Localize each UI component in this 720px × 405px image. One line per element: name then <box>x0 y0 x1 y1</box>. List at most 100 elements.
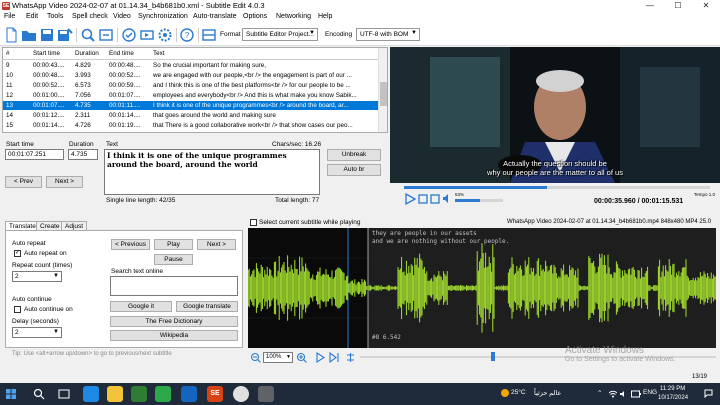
chevron-down-icon: ▼ <box>411 30 417 36</box>
help-icon[interactable]: ? <box>179 27 195 43</box>
visual-sync-icon[interactable] <box>139 27 155 43</box>
excel-icon[interactable] <box>131 386 147 402</box>
column-text[interactable]: Text <box>153 49 165 58</box>
photos-icon[interactable] <box>258 386 274 402</box>
prev-button[interactable]: < Prev <box>5 176 42 188</box>
wifi-icon[interactable] <box>609 390 617 398</box>
menu-file[interactable]: File <box>4 13 15 20</box>
layout-icon[interactable] <box>201 27 217 43</box>
grid-cell-start: 00:01:00.... <box>33 92 65 99</box>
windows-start-icon[interactable] <box>6 389 16 399</box>
find-icon[interactable] <box>80 27 96 43</box>
subtitle-grid[interactable]: # Start time Duration End time Text 9 00:… <box>2 47 388 133</box>
play-selection-icon[interactable] <box>315 352 326 363</box>
search-icon[interactable] <box>33 388 45 400</box>
video-player[interactable]: Actually the question should be why our … <box>390 47 720 183</box>
minimize-button[interactable]: — <box>636 0 664 12</box>
repeat-count-select[interactable]: 2 ▼ <box>12 271 62 282</box>
table-row[interactable]: 15 00:01:14.... 4.726 00:01:19.... that Ther… <box>3 121 378 130</box>
menu-edit[interactable]: Edit <box>26 13 38 20</box>
whatsapp-icon[interactable] <box>155 386 171 402</box>
grid-scrollbar[interactable] <box>378 48 387 132</box>
table-row[interactable]: 10 00:00:48.... 3.993 00:00:52.... we are en… <box>3 71 378 80</box>
google-translate-button[interactable]: Google translate <box>176 301 238 312</box>
encoding-select[interactable]: UTF-8 with BOM ▼ <box>356 28 420 41</box>
menu-video[interactable]: Video <box>113 13 131 20</box>
zoom-in-icon[interactable] <box>296 352 307 363</box>
fullscreen-icon[interactable] <box>430 194 440 204</box>
menu-tools[interactable]: Tools <box>47 13 63 20</box>
task-view-icon[interactable] <box>58 388 70 400</box>
previous-button[interactable]: < Previous <box>111 239 150 250</box>
select-current-subtitle-checkbox[interactable] <box>250 219 257 226</box>
volume-slider[interactable] <box>455 199 503 202</box>
file-explorer-icon[interactable] <box>107 386 123 402</box>
subtitle-text-input[interactable]: I think it is one of the unique programm… <box>104 149 320 195</box>
duration-input[interactable]: 4.735 <box>68 149 98 160</box>
table-row[interactable]: 14 00:01:12.... 2.311 00:01:14.... that goes… <box>3 111 378 120</box>
new-file-icon[interactable] <box>3 27 19 43</box>
menu-options[interactable]: Options <box>243 13 267 20</box>
speaker-icon[interactable] <box>620 390 628 398</box>
split-icon[interactable] <box>345 352 356 363</box>
fix-errors-icon[interactable] <box>121 27 137 43</box>
save-as-icon[interactable] <box>57 27 73 43</box>
clock-time[interactable]: 11:29 PM <box>660 386 685 392</box>
search-text-input[interactable] <box>110 276 238 296</box>
menu-spell-check[interactable]: Spell check <box>72 13 108 20</box>
tray-chevron-icon[interactable]: ⌃ <box>597 389 602 397</box>
menu-synchronization[interactable]: Synchronization <box>138 13 188 20</box>
auto-continue-checkbox[interactable] <box>14 306 21 313</box>
play-icon[interactable] <box>404 193 416 205</box>
replace-icon[interactable] <box>98 27 114 43</box>
volume-icon[interactable] <box>442 193 453 204</box>
next-segment-icon[interactable] <box>329 352 340 363</box>
clock-date[interactable]: 10/17/2024 <box>658 395 688 401</box>
maximize-button[interactable]: ☐ <box>664 0 692 12</box>
table-row[interactable]: 9 00:00:43.... 4.829 00:00:48.... So the cru… <box>3 61 378 70</box>
battery-icon[interactable] <box>631 390 641 398</box>
column-end-time[interactable]: End time <box>109 49 134 58</box>
video-seek-bar[interactable] <box>404 186 710 189</box>
save-icon[interactable] <box>39 27 55 43</box>
free-dictionary-button[interactable]: The Free Dictionary <box>110 316 238 327</box>
zoom-out-icon[interactable] <box>250 352 261 363</box>
auto-br-button[interactable]: Auto br <box>327 164 381 176</box>
next-button[interactable]: Next > <box>46 176 83 188</box>
grid-scroll-thumb[interactable] <box>380 82 387 106</box>
grid-cell-text: employees and everybody<br /> And this i… <box>153 92 357 99</box>
column-number[interactable]: # <box>6 49 10 58</box>
chrome-icon[interactable] <box>233 386 249 402</box>
settings-icon[interactable] <box>157 27 173 43</box>
column-start-time[interactable]: Start time <box>33 49 60 58</box>
menu-help[interactable]: Help <box>318 13 332 20</box>
table-row[interactable]: 12 00:01:00.... 7.056 00:01:07.... employees… <box>3 91 378 100</box>
delay-select[interactable]: 2 ▼ <box>12 327 62 338</box>
unbreak-button[interactable]: Unbreak <box>327 149 381 161</box>
column-duration[interactable]: Duration <box>75 49 99 58</box>
open-folder-icon[interactable] <box>21 27 37 43</box>
input-language[interactable]: ENG <box>643 389 657 396</box>
auto-repeat-checkbox[interactable]: ✓ <box>14 250 21 257</box>
menu-networking[interactable]: Networking <box>276 13 311 20</box>
menu-auto-translate[interactable]: Auto-translate <box>193 13 237 20</box>
weather-icon[interactable] <box>501 389 509 397</box>
audio-waveform[interactable]: they are people in our assets and we are… <box>248 228 716 348</box>
zoom-select[interactable]: 100% ▼ <box>263 352 293 363</box>
edge-browser-icon[interactable] <box>83 386 99 402</box>
stop-icon[interactable] <box>418 194 428 204</box>
start-time-input[interactable]: 00:01:07.251 <box>5 149 64 160</box>
subtitle-edit-taskbar-icon[interactable]: SE <box>207 386 223 402</box>
close-button[interactable]: ✕ <box>692 0 720 12</box>
play-button[interactable]: Play <box>154 239 193 250</box>
next-subtitle-button[interactable]: Next > <box>197 239 236 250</box>
notification-icon[interactable] <box>704 389 713 398</box>
waveform-position-thumb[interactable] <box>491 352 495 361</box>
format-select[interactable]: Subtitle Editor Project... ▼ <box>242 28 318 41</box>
google-it-button[interactable]: Google it <box>110 301 172 312</box>
wikipedia-button[interactable]: Wikipedia <box>110 330 238 341</box>
pause-button[interactable]: Pause <box>154 254 193 265</box>
word-icon[interactable] <box>181 386 197 402</box>
table-row[interactable]: 13 00:01:07.... 4.735 00:01:11.... I think i… <box>3 101 378 110</box>
table-row[interactable]: 11 00:00:52.... 6.573 00:00:59.... and I thi… <box>3 81 378 90</box>
